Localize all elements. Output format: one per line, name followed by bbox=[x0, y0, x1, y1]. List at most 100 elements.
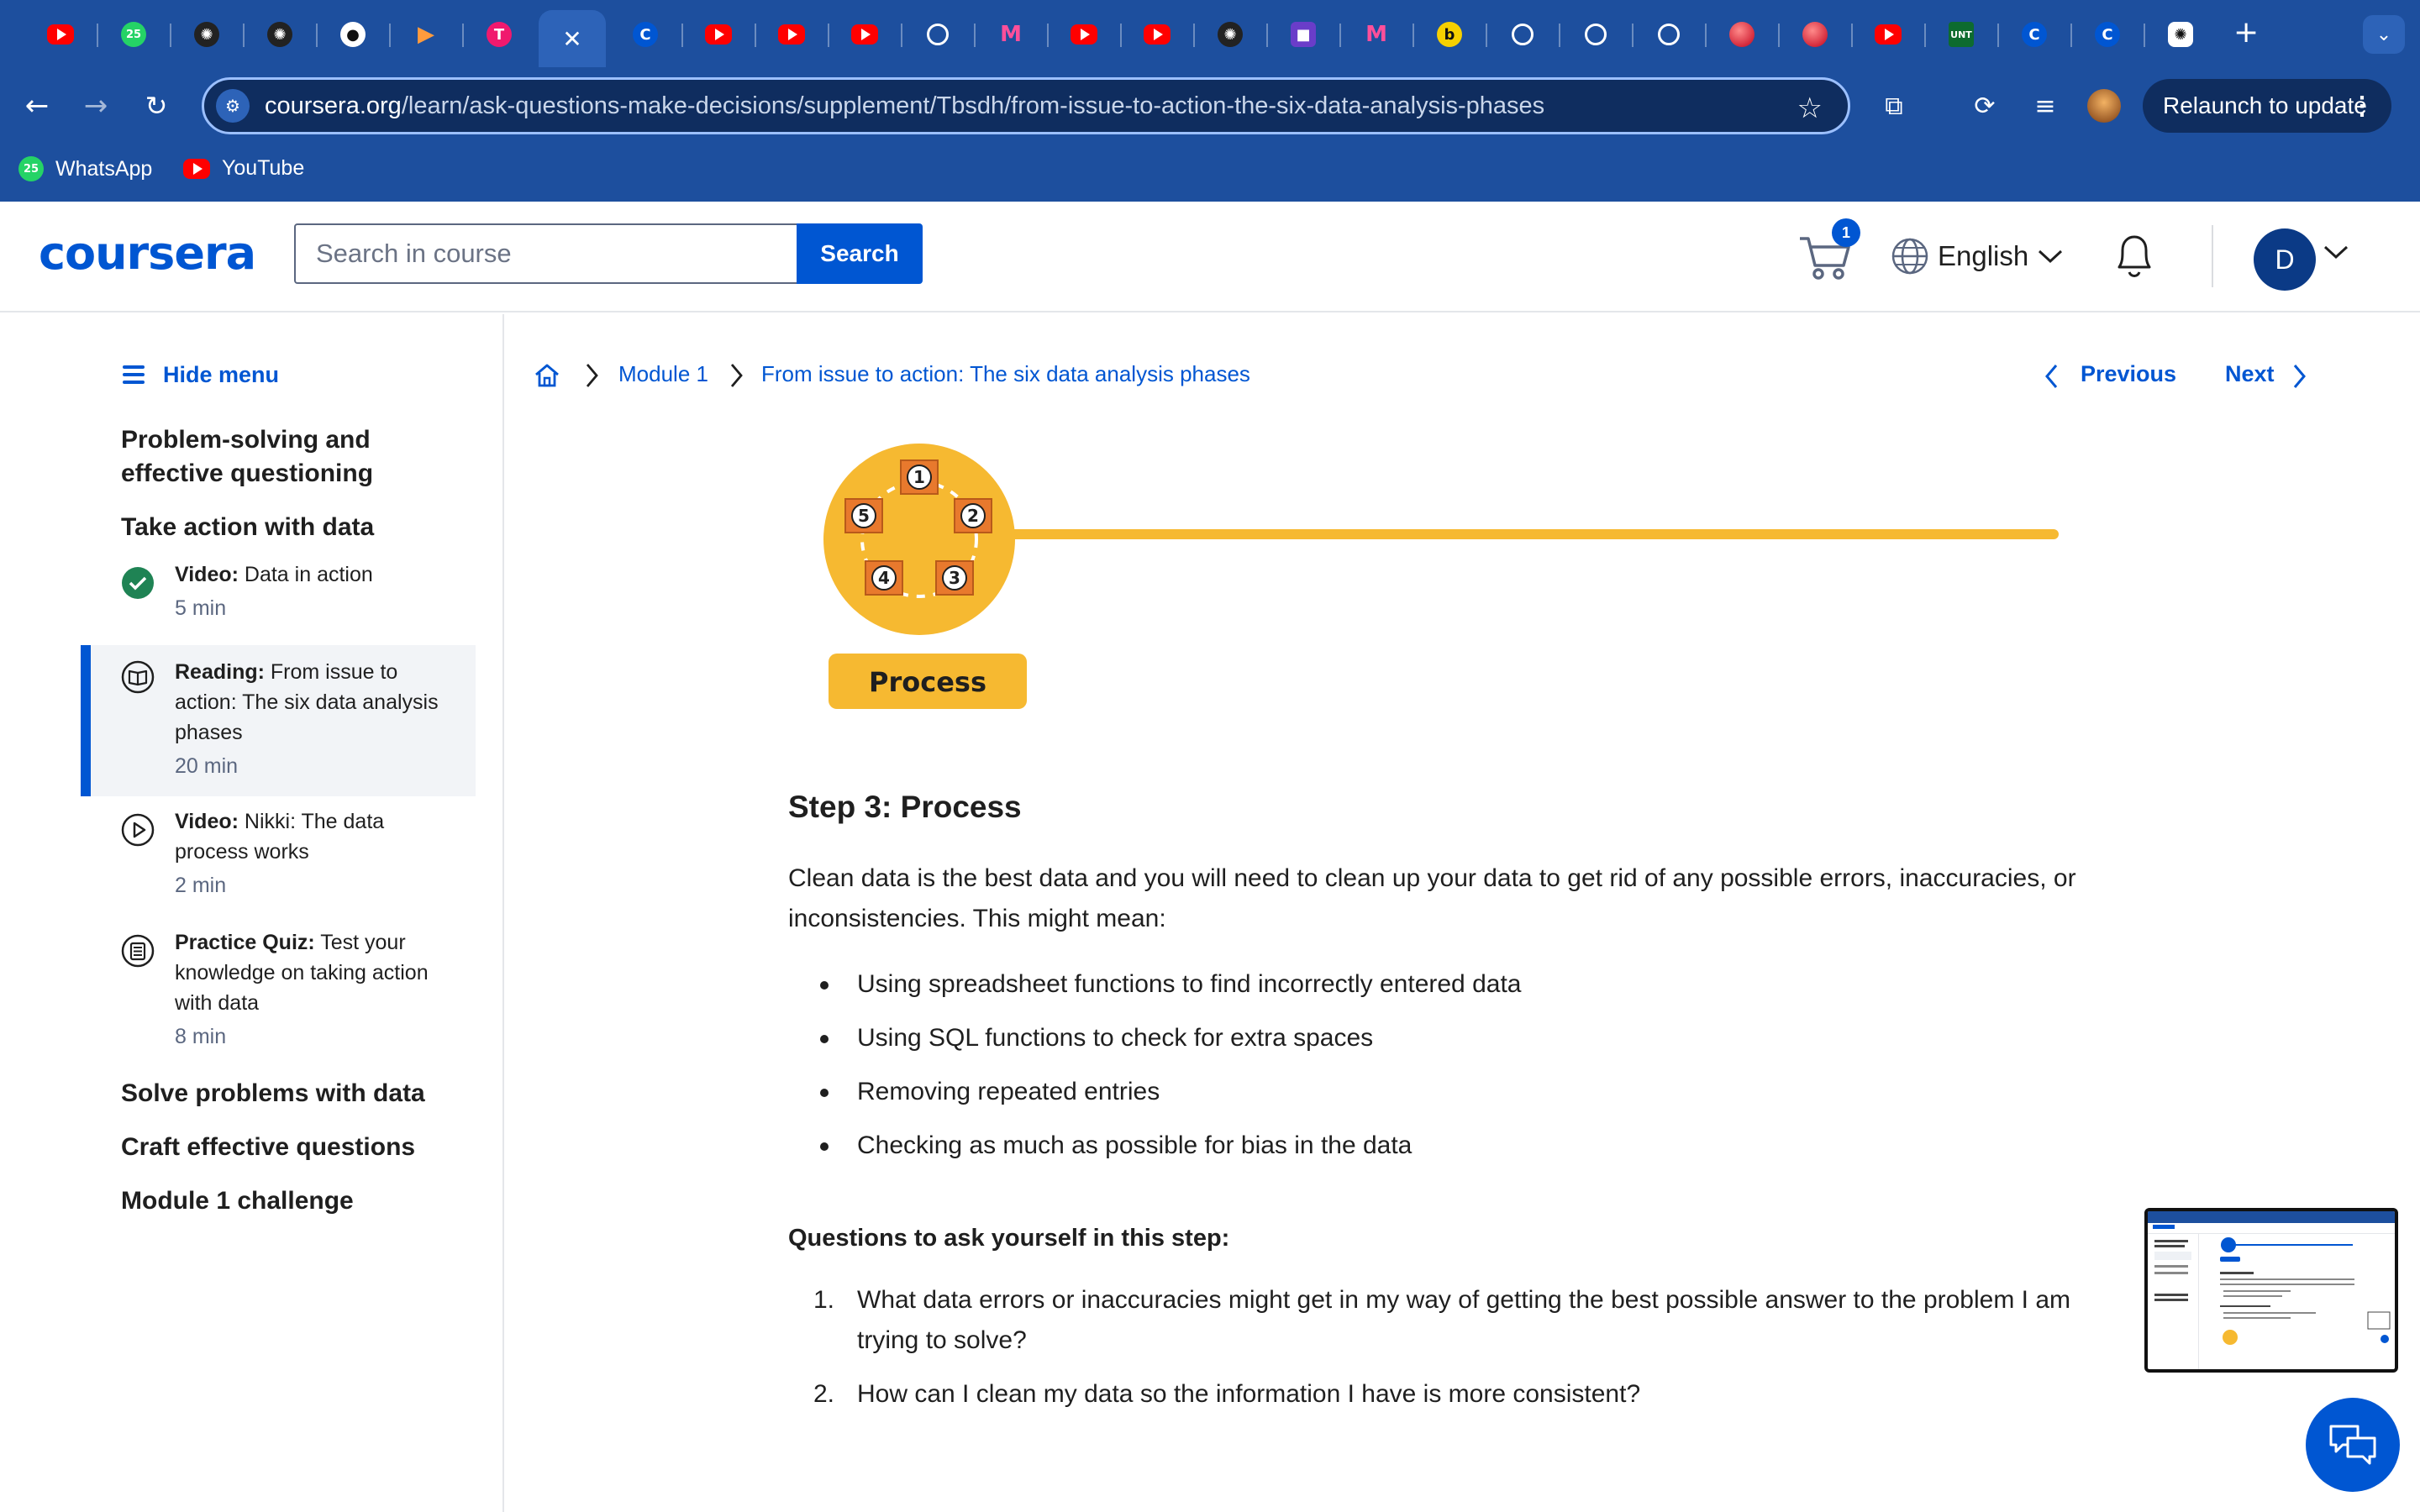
url-text[interactable]: coursera.org/learn/ask-questions-make-de… bbox=[265, 92, 1544, 120]
sidebar-item-reading-active[interactable]: Reading: From issue to action: The six d… bbox=[81, 645, 476, 796]
reload-icon[interactable]: ↻ bbox=[136, 86, 176, 126]
chevron-left-icon[interactable] bbox=[2044, 363, 2060, 390]
browser-tab[interactable]: ✺ bbox=[2150, 12, 2211, 57]
quiz-icon bbox=[121, 934, 155, 968]
previous-button[interactable]: Previous bbox=[2081, 361, 2176, 387]
play-circle-icon bbox=[121, 813, 155, 847]
chat-button[interactable] bbox=[2306, 1398, 2400, 1492]
browser-tab[interactable] bbox=[1565, 12, 1626, 57]
youtube-icon bbox=[778, 24, 805, 45]
github-icon: ● bbox=[340, 22, 366, 47]
browser-tab[interactable]: ✺ bbox=[250, 12, 310, 57]
search-input[interactable]: Search in course bbox=[294, 223, 798, 284]
tab-strip: 25 ✺ ✺ ● ▶ T ✕ C M ✺ ■ Mb UNT C C ✺ bbox=[0, 0, 2420, 67]
tab-search-chevron-icon[interactable]: ⌄ bbox=[2363, 15, 2405, 54]
browser-tab[interactable] bbox=[1127, 12, 1187, 57]
question-text: How can I clean my data so the informati… bbox=[857, 1380, 1641, 1408]
browser-tab[interactable]: UNT bbox=[1931, 12, 1991, 57]
browser-tab[interactable] bbox=[908, 12, 968, 57]
browser-tab[interactable]: C bbox=[615, 12, 676, 57]
browser-tab[interactable] bbox=[761, 12, 822, 57]
intro-paragraph: Clean data is the best data and you will… bbox=[788, 864, 2076, 932]
section-title[interactable]: Solve problems with data bbox=[121, 1077, 466, 1110]
bookmark-star-icon[interactable]: ☆ bbox=[1797, 92, 1823, 125]
next-button[interactable]: Next bbox=[2225, 361, 2275, 387]
forward-arrow-icon[interactable]: → bbox=[76, 86, 116, 126]
home-icon[interactable] bbox=[533, 361, 561, 390]
screen-preview-thumbnail[interactable] bbox=[2144, 1208, 2398, 1373]
browser-profile-avatar[interactable] bbox=[2087, 89, 2121, 123]
extensions-icon[interactable]: ⧉ bbox=[1874, 86, 1914, 126]
browser-tab[interactable]: 25 bbox=[103, 12, 164, 57]
whatsapp-icon: 25 bbox=[18, 156, 44, 181]
sidebar-item-video-nikki[interactable]: Video: Nikki: The data process works 2 m… bbox=[81, 806, 476, 916]
back-arrow-icon[interactable]: ← bbox=[17, 86, 57, 126]
browser-tab[interactable]: ✺ bbox=[176, 12, 237, 57]
breadcrumb-module[interactable]: Module 1 bbox=[618, 361, 708, 387]
tab-separator bbox=[316, 24, 318, 47]
list-item: Using spreadsheet functions to find inco… bbox=[788, 964, 2082, 1018]
unt-icon: UNT bbox=[1949, 22, 1974, 47]
browser-tab[interactable] bbox=[1639, 12, 1699, 57]
duration: 2 min bbox=[175, 874, 227, 897]
user-avatar[interactable]: D bbox=[2254, 228, 2316, 291]
close-icon[interactable]: ✕ bbox=[560, 25, 585, 53]
questions-heading: Questions to ask yourself in this step: bbox=[788, 1225, 1230, 1252]
coursera-logo[interactable]: coursera bbox=[39, 227, 256, 280]
list-item: 1. What data errors or inaccuracies migh… bbox=[788, 1280, 2082, 1361]
svg-text:1: 1 bbox=[913, 467, 925, 487]
tab-separator bbox=[170, 24, 171, 47]
site-settings-icon[interactable]: ⚙ bbox=[216, 89, 250, 123]
chevron-right-icon[interactable] bbox=[2291, 363, 2307, 390]
sidebar-item-text: Practice Quiz: Test your knowledge on ta… bbox=[175, 927, 460, 1052]
browser-tab[interactable] bbox=[1054, 12, 1114, 57]
sidebar-item-practice-quiz[interactable]: Practice Quiz: Test your knowledge on ta… bbox=[81, 927, 476, 1070]
bookmark-youtube[interactable]: YouTube bbox=[183, 156, 304, 181]
notification-bell-icon[interactable] bbox=[2111, 230, 2158, 281]
relaunch-button[interactable]: Relaunch to update ⋮ bbox=[2143, 79, 2391, 133]
browser-tab[interactable]: b bbox=[1419, 12, 1480, 57]
cart-count-badge: 1 bbox=[1832, 218, 1860, 247]
new-tab-button[interactable]: + bbox=[2233, 15, 2259, 50]
browser-tab[interactable]: ● bbox=[323, 12, 383, 57]
hide-menu-label: Hide menu bbox=[163, 361, 280, 387]
tab-active[interactable]: ✕ bbox=[539, 10, 606, 67]
more-menu-icon[interactable]: ⋮ bbox=[2349, 92, 2375, 121]
performance-icon[interactable]: ⟳ bbox=[1965, 86, 2005, 126]
browser-tab[interactable]: ▶ bbox=[396, 12, 456, 57]
browser-tab[interactable]: M bbox=[1346, 12, 1407, 57]
hide-menu-button[interactable]: Hide menu bbox=[123, 361, 279, 388]
tab-separator bbox=[1705, 24, 1707, 47]
section-title[interactable]: Problem-solving and effective questionin… bbox=[121, 423, 466, 491]
browser-tab[interactable] bbox=[1858, 12, 1918, 57]
browser-tab[interactable]: C bbox=[2077, 12, 2138, 57]
search-button[interactable]: Search bbox=[797, 223, 923, 284]
browser-tab[interactable] bbox=[688, 12, 749, 57]
sidebar-item-video-data-in-action[interactable]: Video: Data in action 5 min bbox=[81, 559, 476, 643]
browser-tab[interactable] bbox=[30, 12, 91, 57]
browser-tab[interactable]: C bbox=[2004, 12, 2065, 57]
address-bar[interactable]: ⚙ coursera.org/learn/ask-questions-make-… bbox=[202, 77, 1850, 134]
bookmark-whatsapp[interactable]: 25 WhatsApp bbox=[18, 156, 152, 181]
browser-tab[interactable] bbox=[1712, 12, 1772, 57]
tab-separator bbox=[1924, 24, 1926, 47]
browser-tab[interactable] bbox=[834, 12, 895, 57]
breadcrumb-current-page[interactable]: From issue to action: The six data analy… bbox=[761, 361, 1250, 387]
section-title[interactable]: Module 1 challenge bbox=[121, 1184, 466, 1218]
section-title[interactable]: Craft effective questions bbox=[121, 1131, 466, 1164]
list-number: 1. bbox=[813, 1286, 835, 1314]
browser-tab[interactable]: M bbox=[981, 12, 1041, 57]
chevron-down-icon[interactable] bbox=[2323, 244, 2349, 260]
bee-icon: b bbox=[1437, 22, 1462, 47]
browser-tab[interactable]: ■ bbox=[1273, 12, 1334, 57]
language-selector[interactable]: English bbox=[1891, 237, 2072, 276]
process-label: Process bbox=[869, 666, 986, 698]
media-control-icon[interactable]: ≡ bbox=[2025, 86, 2065, 126]
relaunch-label: Relaunch to update bbox=[2163, 92, 2367, 118]
browser-tab[interactable]: T bbox=[469, 12, 529, 57]
browser-tab[interactable]: ✺ bbox=[1200, 12, 1260, 57]
step-heading: Step 3: Process bbox=[788, 790, 1022, 824]
section-title[interactable]: Take action with data bbox=[121, 511, 466, 544]
browser-tab[interactable] bbox=[1785, 12, 1845, 57]
browser-tab[interactable] bbox=[1492, 12, 1553, 57]
